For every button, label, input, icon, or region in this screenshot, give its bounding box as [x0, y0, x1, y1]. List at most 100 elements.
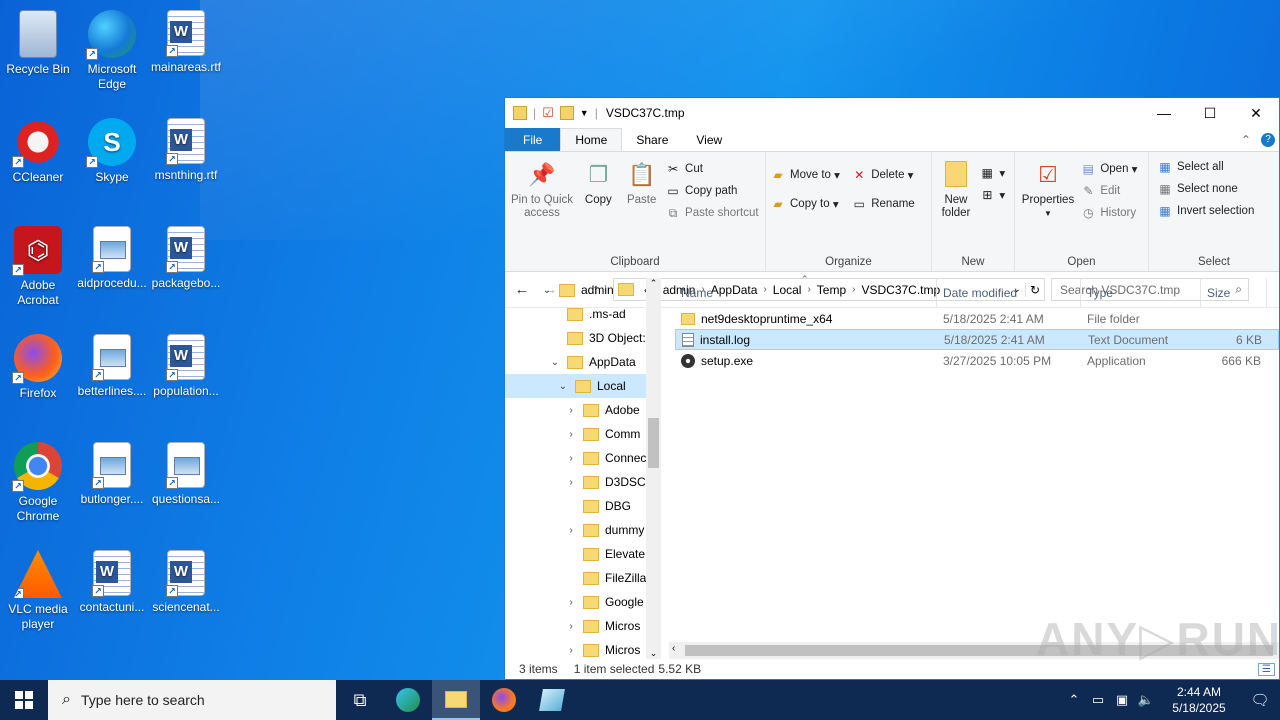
task-view-button[interactable]: ⧉: [336, 680, 384, 720]
taskbar-search-box[interactable]: ⌕ Type here to search: [48, 680, 336, 720]
column-header-date[interactable]: Date modified: [937, 278, 1081, 308]
nav-tree-item[interactable]: ⌄ AppData: [505, 350, 661, 374]
nav-tree-item[interactable]: › D3DSC:: [505, 470, 661, 494]
help-icon[interactable]: ?: [1257, 128, 1279, 151]
expanded-chevron-icon[interactable]: ⌄: [539, 285, 555, 296]
tab-view[interactable]: View: [682, 128, 736, 151]
select-all-button[interactable]: ▦ Select all: [1157, 156, 1275, 178]
collapsed-chevron-icon[interactable]: ›: [563, 525, 579, 536]
expanded-chevron-icon[interactable]: ⌄: [555, 381, 571, 392]
file-explorer-window[interactable]: | ☑ ▼ | VSDC37C.tmp — ☐ ✕ File Home Shar…: [504, 97, 1280, 680]
invert-selection-button[interactable]: ▦ Invert selection: [1157, 200, 1275, 222]
nav-tree-item[interactable]: .ms-ad: [505, 302, 661, 326]
desktop-icon[interactable]: ↗ sciencenat...: [148, 546, 224, 646]
nav-tree-item[interactable]: FileZilla: [505, 566, 661, 590]
collapsed-chevron-icon[interactable]: ›: [563, 597, 579, 608]
desktop-icon[interactable]: ↗ questionsa...: [148, 438, 224, 538]
desktop-icon[interactable]: ↗ contactuni...: [74, 546, 150, 646]
customize-quick-access-icon[interactable]: ▼: [580, 108, 589, 118]
column-header-size[interactable]: Size: [1201, 278, 1267, 308]
taskbar-edge[interactable]: [384, 680, 432, 720]
paste-button[interactable]: 📋 Paste: [622, 158, 662, 207]
taskbar-file-explorer[interactable]: [432, 680, 480, 720]
clock[interactable]: 2:44 AM 5/18/2025: [1158, 684, 1240, 716]
cut-button[interactable]: ✂ Cut: [665, 158, 759, 180]
desktop-icon[interactable]: ↗ aidprocedu...: [74, 222, 150, 322]
desktop-icon[interactable]: ↗ CCleaner: [0, 114, 76, 214]
nav-tree-item[interactable]: › Comm: [505, 422, 661, 446]
show-hidden-icons-icon[interactable]: ⌃: [1062, 692, 1086, 708]
desktop-icon[interactable]: ↗ VLC media player: [0, 546, 76, 646]
delete-button[interactable]: ✕ Delete ▾: [851, 160, 914, 189]
notifications-icon[interactable]: 🗨: [1240, 691, 1280, 709]
nav-tree-item[interactable]: ⌄ Local: [505, 374, 661, 398]
desktop-icon[interactable]: ↗ mainareas.rtf: [148, 6, 224, 106]
new-folder-quick-icon[interactable]: [559, 106, 574, 120]
nav-tree-item[interactable]: › dummy: [505, 518, 661, 542]
collapse-ribbon-icon[interactable]: ⌃: [1235, 128, 1257, 151]
properties-quick-icon[interactable]: ☑: [542, 105, 554, 121]
volume-icon[interactable]: 🔈: [1134, 692, 1158, 708]
file-row[interactable]: setup.exe 3/27/2025 10:05 PM Application 66…: [675, 350, 1279, 371]
scroll-left-arrow-icon[interactable]: ‹: [672, 643, 675, 654]
taskbar-search-input[interactable]: Type here to search: [81, 692, 205, 708]
desktop-icon[interactable]: ↗ Microsoft Edge: [74, 6, 150, 106]
column-header-type[interactable]: Type: [1081, 278, 1201, 308]
history-button[interactable]: ◷ History: [1080, 202, 1137, 224]
start-button[interactable]: [0, 680, 48, 720]
file-list[interactable]: Name Date modified Type Size ⌃ net9deskt…: [675, 274, 1279, 659]
collapsed-chevron-icon[interactable]: ›: [563, 429, 579, 440]
select-none-button[interactable]: ▦ Select none: [1157, 178, 1275, 200]
copy-to-button[interactable]: ▰ Copy to ▾: [770, 189, 840, 218]
nav-tree-item[interactable]: › Connec: [505, 446, 661, 470]
title-bar[interactable]: | ☑ ▼ | VSDC37C.tmp — ☐ ✕: [505, 98, 1279, 128]
nav-tree-item[interactable]: › Google: [505, 590, 661, 614]
file-row[interactable]: net9desktopruntime_x64 5/18/2025 2:41 AM F…: [675, 308, 1279, 329]
nav-tree-item[interactable]: Elevate: [505, 542, 661, 566]
expanded-chevron-icon[interactable]: ⌄: [547, 357, 563, 368]
edit-button[interactable]: ✎ Edit: [1080, 180, 1137, 202]
move-to-button[interactable]: ▰ Move to ▾: [770, 160, 840, 189]
nav-tree-item[interactable]: › Micros: [505, 638, 661, 659]
taskbar-firefox[interactable]: [480, 680, 528, 720]
nav-tree-item[interactable]: DBG: [505, 494, 661, 518]
maximize-button[interactable]: ☐: [1187, 98, 1233, 128]
copy-path-button[interactable]: ▭ Copy path: [665, 180, 759, 202]
file-row[interactable]: install.log 5/18/2025 2:41 AM Text Documen…: [675, 329, 1279, 350]
nav-tree-item[interactable]: ⌄ admin: [505, 278, 661, 302]
desktop-icon[interactable]: S ↗ Skype: [74, 114, 150, 214]
desktop-icon[interactable]: Recycle Bin: [0, 6, 76, 106]
easy-access-button[interactable]: ⊞ ▾: [979, 184, 1005, 206]
nav-tree-item[interactable]: › Micros: [505, 614, 661, 638]
tab-share[interactable]: Share: [622, 128, 682, 151]
battery-icon[interactable]: ▭: [1086, 692, 1110, 708]
desktop-icon[interactable]: ↗ Google Chrome: [0, 438, 76, 538]
nav-tree-item[interactable]: › Adobe: [505, 398, 661, 422]
collapsed-chevron-icon[interactable]: ›: [563, 621, 579, 632]
scroll-down-arrow-icon[interactable]: ⌄: [646, 648, 661, 659]
pin-to-quick-access-button[interactable]: 📌 Pin to Quick access: [509, 158, 575, 220]
network-icon[interactable]: ▣: [1110, 692, 1134, 708]
desktop-icon[interactable]: ↗ butlonger....: [74, 438, 150, 538]
properties-button[interactable]: ☑ Properties ▼: [1019, 158, 1077, 220]
desktop-icon[interactable]: ⌬ ↗ Adobe Acrobat: [0, 222, 76, 322]
nav-pane-scrollbar[interactable]: ⌃ ⌄: [646, 278, 661, 659]
desktop-icon[interactable]: ↗ packagebo...: [148, 222, 224, 322]
new-item-button[interactable]: ▦ ▾: [979, 162, 1005, 184]
collapsed-chevron-icon[interactable]: ›: [563, 405, 579, 416]
close-button[interactable]: ✕: [1233, 98, 1279, 128]
desktop-icon[interactable]: ↗ betterlines....: [74, 330, 150, 430]
minimize-button[interactable]: —: [1141, 98, 1187, 128]
new-folder-button[interactable]: New folder: [936, 158, 976, 220]
open-button[interactable]: ▤ Open ▾: [1080, 158, 1138, 180]
copy-button[interactable]: ❐ Copy: [578, 158, 618, 207]
tab-file[interactable]: File: [505, 128, 561, 151]
rename-button[interactable]: ▭ Rename: [851, 189, 915, 218]
desktop-icon[interactable]: ↗ population...: [148, 330, 224, 430]
collapsed-chevron-icon[interactable]: ›: [563, 477, 579, 488]
scroll-up-arrow-icon[interactable]: ⌃: [646, 278, 661, 289]
nav-pane-scroll-thumb[interactable]: [648, 418, 659, 468]
desktop-icon[interactable]: ↗ msnthing.rtf: [148, 114, 224, 214]
desktop-icon[interactable]: ↗ Firefox: [0, 330, 76, 430]
collapsed-chevron-icon[interactable]: ›: [563, 453, 579, 464]
